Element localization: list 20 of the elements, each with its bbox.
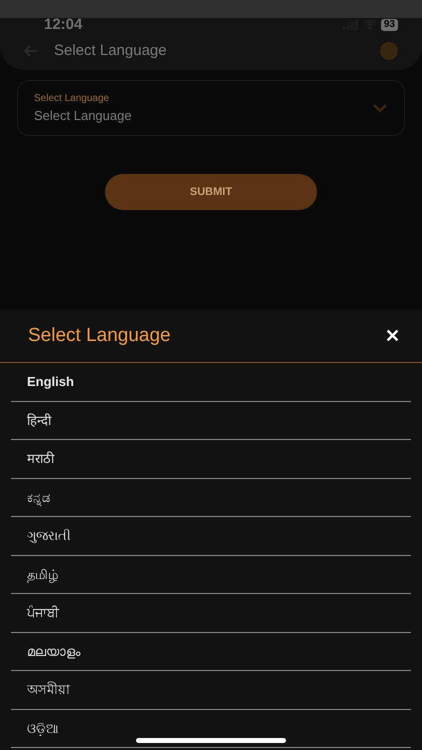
app-bar-title: Select Language (54, 41, 167, 61)
language-item[interactable]: मराठी (11, 440, 411, 478)
battery-level: 93 (380, 19, 398, 31)
language-item[interactable]: ಕನ್ನಡ (11, 478, 411, 517)
chevron-down-icon (372, 103, 388, 113)
language-item[interactable]: മലയാളം (11, 632, 411, 671)
status-time: 12:04 (43, 14, 82, 35)
submit-button[interactable]: SUBMIT (105, 174, 317, 210)
language-item[interactable]: English (11, 363, 411, 402)
avatar-icon[interactable] (380, 42, 398, 60)
field-label: Select Language (34, 92, 110, 106)
language-dropdown[interactable]: Select Language Select Language (17, 80, 405, 136)
language-item[interactable]: ગુજરાતી (11, 517, 411, 556)
language-item[interactable]: हिन्दी (11, 402, 411, 440)
language-item[interactable]: অসমীয়া (11, 671, 411, 710)
sheet-title: Select Language (28, 324, 171, 348)
close-button[interactable]: ✕ (385, 327, 400, 345)
field-placeholder: Select Language (34, 106, 132, 125)
language-item[interactable]: தமிழ் (11, 556, 411, 594)
language-item[interactable]: ਪੰਜਾਬੀ (11, 594, 411, 632)
